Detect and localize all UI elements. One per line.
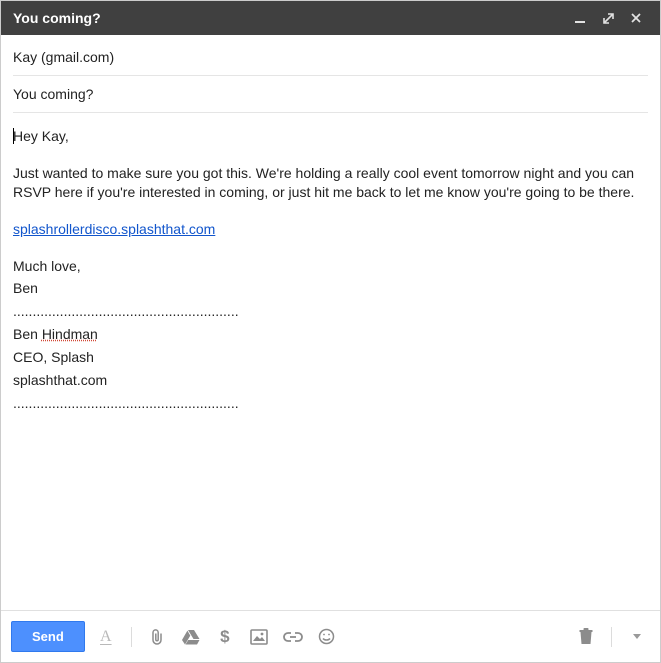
money-icon[interactable]: $ [212, 624, 238, 650]
subject-field[interactable]: You coming? [13, 76, 648, 113]
attach-icon[interactable] [144, 624, 170, 650]
trash-icon[interactable] [573, 624, 599, 650]
window-title: You coming? [13, 10, 564, 26]
close-icon[interactable] [624, 6, 648, 30]
send-button[interactable]: Send [11, 621, 85, 652]
drive-icon[interactable] [178, 624, 204, 650]
to-field[interactable]: Kay (gmail.com) [13, 39, 648, 76]
link-icon[interactable] [280, 624, 306, 650]
more-options-icon[interactable] [624, 624, 650, 650]
compose-window: You coming? Kay (gmail.com) You coming? … [0, 0, 661, 663]
signature-name: Ben Hindman [13, 325, 648, 344]
titlebar[interactable]: You coming? [1, 1, 660, 35]
body-greeting: Hey Kay, [13, 128, 69, 144]
subject-value: You coming? [13, 86, 93, 102]
emoji-icon[interactable] [314, 624, 340, 650]
to-value: Kay (gmail.com) [13, 49, 114, 65]
formatting-icon[interactable]: A [93, 624, 119, 650]
signature-site: splashthat.com [13, 371, 648, 390]
body-closing-2: Ben [13, 279, 648, 298]
photo-icon[interactable] [246, 624, 272, 650]
signature-divider-bottom: ........................................… [13, 394, 648, 413]
body-closing-1: Much love, [13, 257, 648, 276]
popout-icon[interactable] [596, 6, 620, 30]
divider [131, 627, 132, 647]
message-body[interactable]: Hey Kay, Just wanted to make sure you go… [1, 113, 660, 610]
compose-toolbar: Send A $ [1, 610, 660, 662]
signature-divider-top: ........................................… [13, 302, 648, 321]
body-link[interactable]: splashrollerdisco.splashthat.com [13, 221, 215, 237]
divider [611, 627, 612, 647]
header-fields: Kay (gmail.com) You coming? [1, 35, 660, 113]
minimize-icon[interactable] [568, 6, 592, 30]
signature-title: CEO, Splash [13, 348, 648, 367]
body-paragraph-1: Just wanted to make sure you got this. W… [13, 164, 648, 202]
